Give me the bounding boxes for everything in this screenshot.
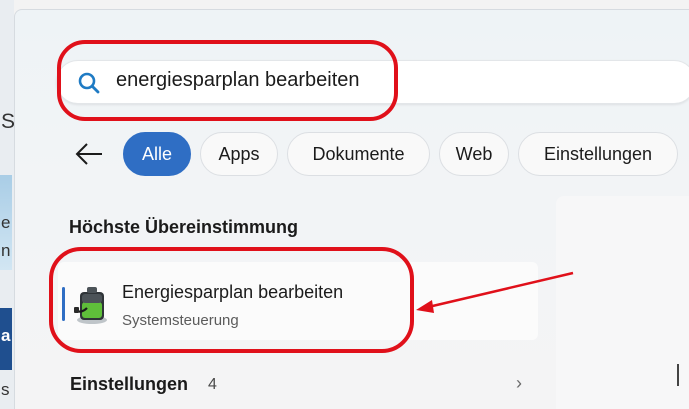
background-text: n: [1, 241, 11, 260]
selection-indicator: [62, 287, 65, 321]
settings-count-badge: 4: [208, 376, 217, 393]
settings-section-label: Einstellungen: [70, 374, 189, 394]
battery-power-plan-icon: [74, 287, 107, 324]
best-match-subtitle: Systemsteuerung: [122, 312, 239, 329]
background-text: s: [1, 380, 10, 399]
filter-chip-alle[interactable]: Alle: [123, 132, 191, 176]
filter-chip-einstellungen[interactable]: Einstellungen: [518, 132, 678, 176]
background-text: a: [1, 326, 11, 345]
filter-chip-dokumente[interactable]: Dokumente: [287, 132, 430, 176]
chevron-right-icon: ›: [516, 373, 522, 393]
background-text: S: [1, 110, 16, 133]
best-match-title: Energiesparplan bearbeiten: [122, 282, 344, 302]
background-window: S e n a s: [0, 0, 16, 409]
arrow-left-icon[interactable]: [72, 137, 106, 171]
filter-chip-web[interactable]: Web: [439, 132, 509, 176]
text-cursor: [677, 364, 679, 386]
background-text: e: [1, 213, 11, 232]
search-query[interactable]: energiesparplan bearbeiten: [116, 69, 360, 92]
settings-section-row[interactable]: Einstellungen 4 ›: [58, 368, 538, 402]
filter-chip-apps[interactable]: Apps: [200, 132, 278, 176]
search-icon: [78, 72, 100, 94]
best-match-heading: Höchste Übereinstimmung: [69, 217, 299, 237]
preview-pane: [556, 196, 689, 409]
